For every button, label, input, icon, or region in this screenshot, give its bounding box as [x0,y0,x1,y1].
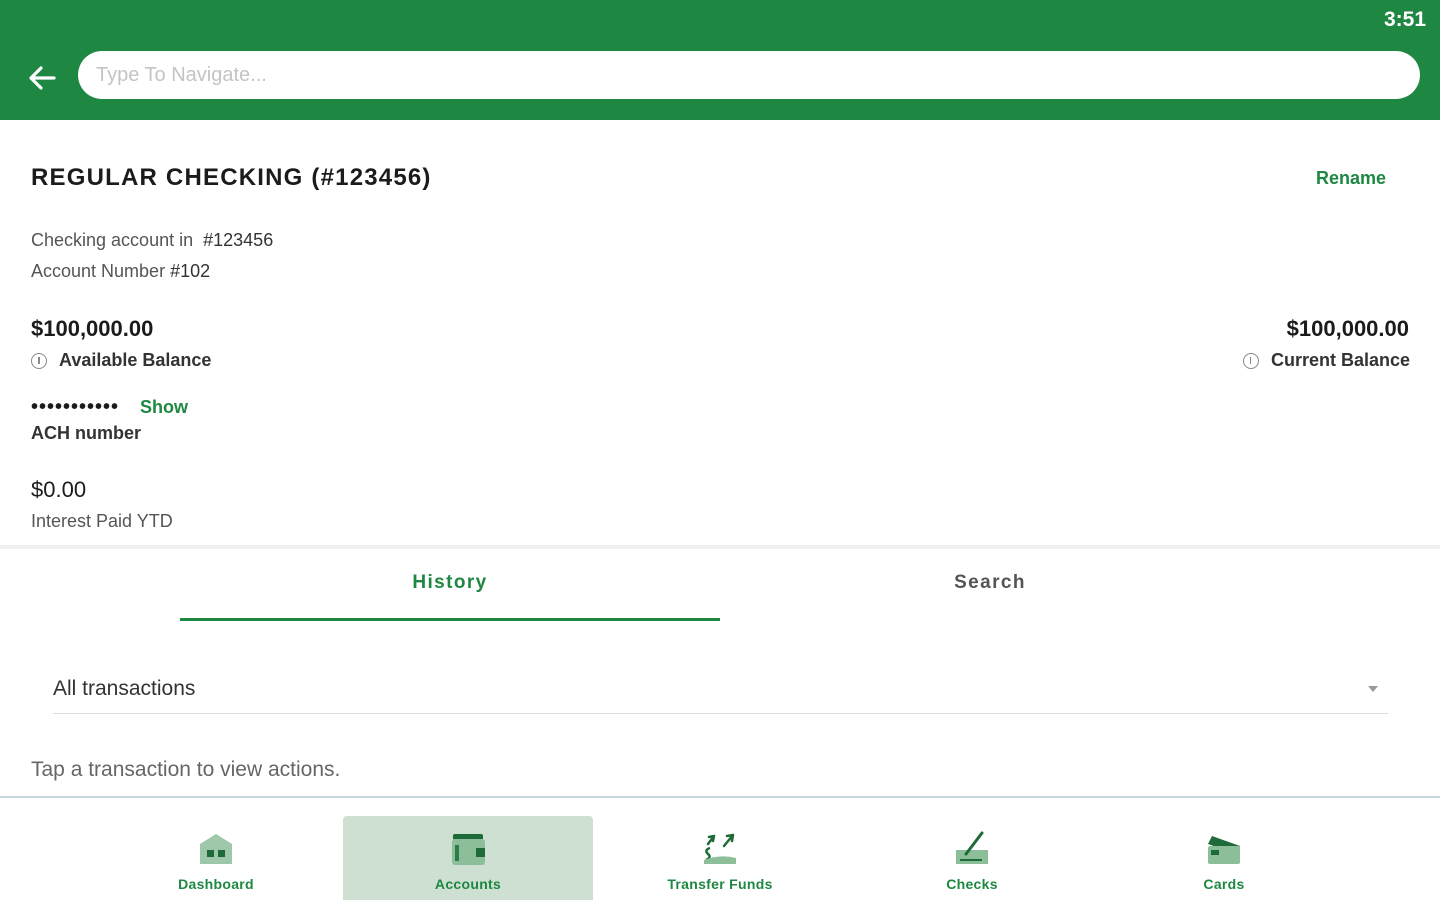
app-header: 3:51 [0,0,1440,120]
available-balance-label[interactable]: Available Balance [31,350,211,371]
account-number-line: Account Number #102 [31,261,210,282]
show-ach-button[interactable]: Show [140,397,188,418]
current-balance-label[interactable]: Current Balance [1242,350,1410,371]
nav-checks-label: Checks [946,876,998,892]
nav-accounts-label: Accounts [434,876,502,892]
back-button[interactable] [22,60,62,96]
dashboard-icon [200,834,232,864]
checking-account-line: Checking account in #123456 [31,230,273,251]
transaction-hint: Tap a transaction to view actions. [31,758,341,781]
info-icon [31,352,47,369]
cards-icon [1208,836,1240,864]
tab-search[interactable]: Search [720,572,1260,594]
bottom-navigation: Dashboard Accounts Transfer Funds Checks [0,810,1440,900]
account-number-value: #102 [170,261,211,281]
active-tab-indicator [180,618,720,621]
accounts-icon [452,834,485,865]
checking-line-number: #123456 [203,230,274,250]
navigate-search-input[interactable] [78,51,1420,99]
arrow-left-icon [29,66,56,90]
transaction-filter-value: All transactions [53,676,196,700]
nav-cards[interactable]: Cards [1099,816,1349,900]
account-title: REGULAR CHECKING (#123456) [31,164,432,191]
nav-dashboard-label: Dashboard [178,876,254,892]
transfer-funds-icon [704,833,736,864]
checks-icon [956,831,988,864]
nav-accounts[interactable]: Accounts [343,816,593,900]
checking-line-prefix: Checking account in [31,230,194,250]
ach-number-label: ACH number [31,423,142,443]
current-balance-text: Current Balance [1270,350,1410,370]
nav-cards-label: Cards [1203,876,1245,892]
available-balance-text: Available Balance [59,350,212,370]
list-divider [0,796,1440,798]
interest-paid-amount: $0.00 [31,477,87,502]
rename-button[interactable]: Rename [1316,168,1386,189]
nav-transfer-funds[interactable]: Transfer Funds [595,816,845,900]
interest-paid-label: Interest Paid YTD [31,511,173,531]
nav-transfer-funds-label: Transfer Funds [667,876,773,892]
account-number-prefix: Account Number [31,261,166,281]
section-divider [0,545,1440,549]
nav-dashboard[interactable]: Dashboard [91,816,341,900]
transaction-filter-select[interactable]: All transactions [53,664,1388,714]
available-balance-amount: $100,000.00 [31,316,154,341]
status-time: 3:51 [1383,8,1426,31]
caret-down-icon [1368,685,1378,692]
ach-masked-number: ••••••••••• [31,396,120,418]
nav-checks[interactable]: Checks [847,816,1097,900]
info-icon [1242,352,1259,369]
tab-history[interactable]: History [180,572,720,594]
current-balance-amount: $100,000.00 [1286,316,1409,341]
